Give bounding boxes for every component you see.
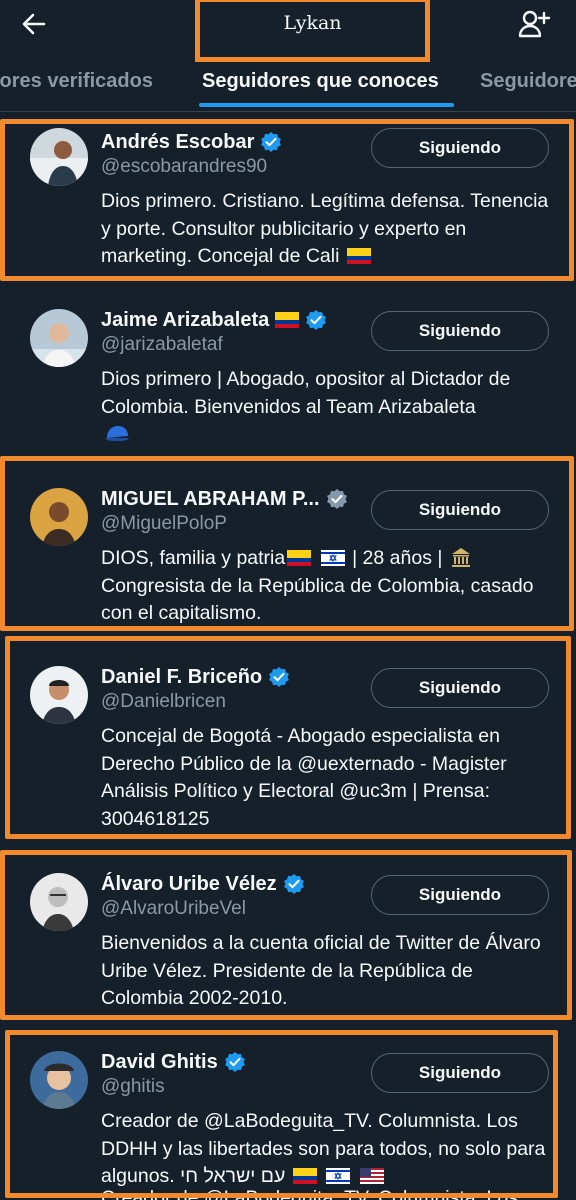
colombia-flag-icon	[275, 312, 300, 328]
active-tab-indicator	[199, 103, 454, 107]
user-bio: Bienvenidos a la cuenta oficial de Twitt…	[101, 932, 541, 1009]
user-name[interactable]: David Ghitis	[101, 1051, 218, 1074]
user-handle: @jarizabaletaf	[101, 334, 223, 355]
classical-building-icon	[451, 548, 470, 567]
top-bar: Lykan	[0, 0, 576, 62]
colombia-flag-icon	[346, 248, 371, 264]
user-handle: @Danielbricen	[101, 691, 226, 712]
verified-badge-icon	[269, 667, 290, 687]
colombia-flag-icon	[287, 550, 312, 566]
user-handle: @AlvaroUribeVel	[101, 898, 246, 919]
user-name[interactable]: Andrés Escobar	[101, 131, 254, 154]
avatar[interactable]	[30, 666, 88, 724]
avatar[interactable]	[30, 873, 88, 931]
user-bio: Creador de @LaBodeguita_TV. Columnista. …	[101, 1110, 546, 1187]
following-button[interactable]: Siguiendo	[371, 128, 549, 168]
user-bio: Dios primero | Abogado, opositor al Dict…	[101, 366, 551, 449]
tab-bar: lores verificados Seguidores que conoces…	[0, 60, 576, 112]
add-user-icon[interactable]	[517, 7, 551, 41]
verified-badge-icon	[224, 1052, 245, 1072]
usa-flag-icon	[359, 1168, 384, 1184]
user-name[interactable]: Álvaro Uribe Vélez	[101, 873, 277, 896]
user-bio: Concejal de Bogotá - Abogado especialist…	[101, 725, 507, 830]
page-title: Lykan	[283, 12, 342, 34]
israel-flag-icon	[326, 1168, 351, 1184]
user-bio: Dios primero. Cristiano. Legítima defens…	[101, 190, 549, 267]
following-button[interactable]: Siguiendo	[371, 875, 549, 915]
user-name[interactable]: Jaime Arizabaleta	[101, 309, 269, 332]
title-highlight: Lykan	[195, 0, 430, 62]
colombia-flag-icon	[292, 1168, 317, 1184]
avatar[interactable]	[30, 488, 88, 546]
following-button[interactable]: Siguiendo	[371, 668, 549, 708]
user-bio: DIOS, familia y patria | 28 años | Congr…	[101, 547, 534, 624]
user-name[interactable]: Daniel F. Briceño	[101, 666, 262, 689]
arrow-left-icon[interactable]	[18, 8, 50, 40]
user-name[interactable]: MIGUEL ABRAHAM P...	[101, 488, 320, 511]
tab-followers-you-know[interactable]: Seguidores que conoces	[202, 70, 439, 93]
verified-badge-icon	[306, 310, 327, 330]
truncated-bio-line: Creador de @LaBodeguita_TV. Columnista. …	[101, 1187, 518, 1200]
avatar[interactable]	[30, 128, 88, 186]
israel-flag-icon	[320, 550, 345, 566]
following-button[interactable]: Siguiendo	[371, 490, 549, 530]
verified-gray-badge-icon	[326, 489, 347, 509]
user-handle: @escobarandres90	[101, 156, 268, 177]
blue-cap-icon	[105, 426, 129, 441]
verified-badge-icon	[283, 874, 304, 894]
user-handle: @MiguelPoloP	[101, 513, 227, 534]
avatar[interactable]	[30, 309, 88, 367]
verified-badge-icon	[261, 132, 282, 152]
user-handle: @ghitis	[101, 1076, 165, 1097]
avatar[interactable]	[30, 1051, 88, 1109]
tab-followers[interactable]: Seguidore	[480, 70, 576, 93]
following-button[interactable]: Siguiendo	[371, 1053, 549, 1093]
tab-verified-followers[interactable]: lores verificados	[0, 70, 153, 93]
following-button[interactable]: Siguiendo	[371, 311, 549, 351]
